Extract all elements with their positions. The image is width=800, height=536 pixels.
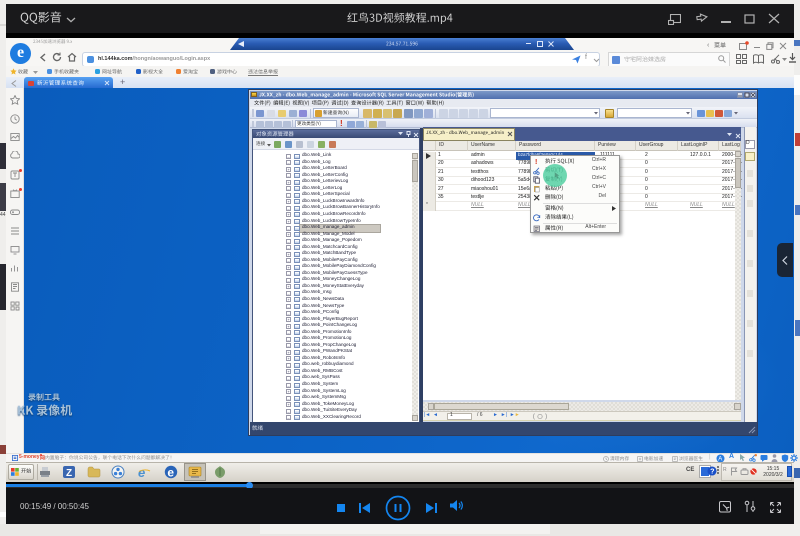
svg-text:e: e [167,466,174,480]
svg-text:Z: Z [66,468,72,479]
svg-text:e: e [138,465,145,479]
svg-text:!: ! [535,159,537,166]
svg-text:?: ? [710,466,715,475]
